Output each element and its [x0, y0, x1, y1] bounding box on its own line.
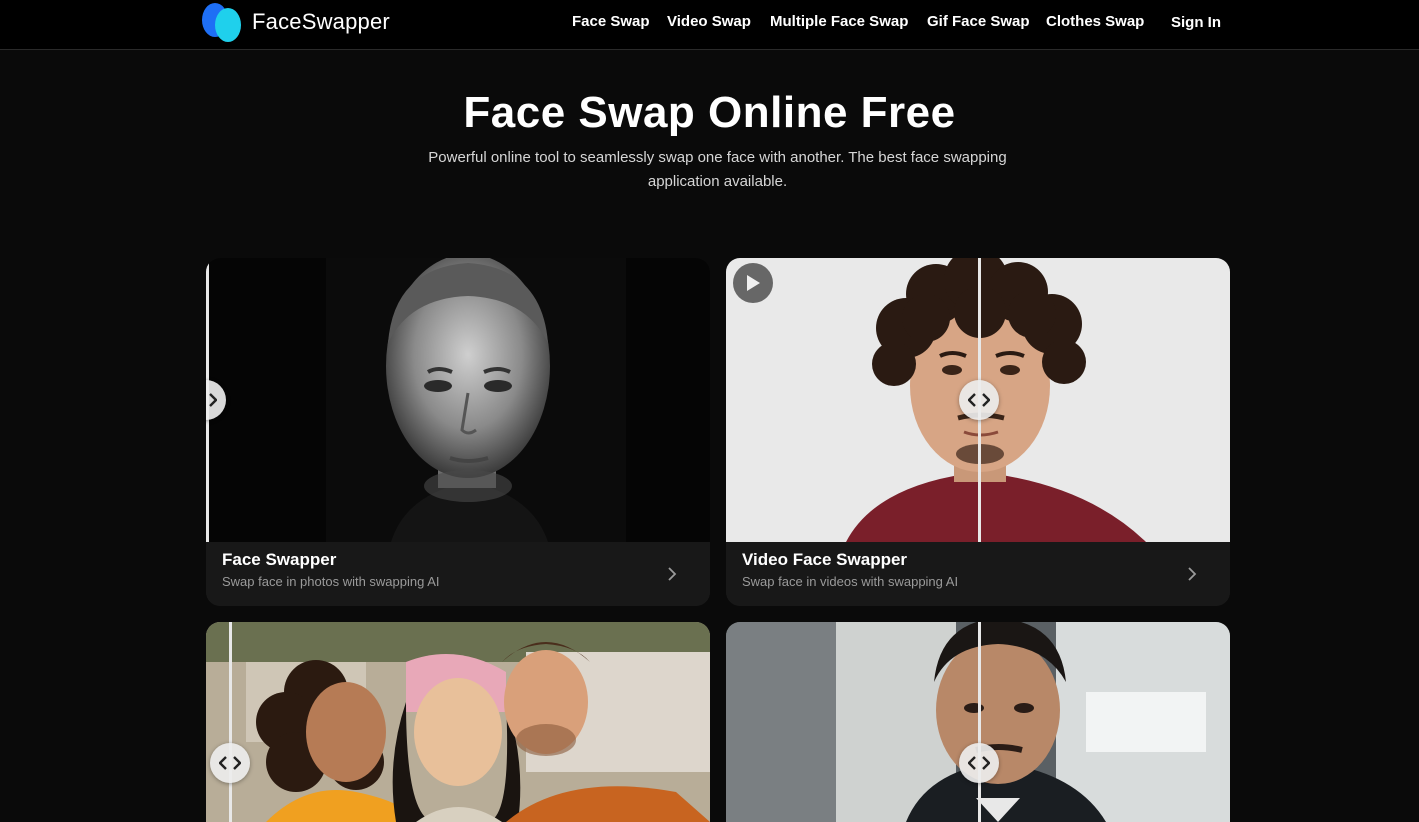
brand-logo-link[interactable]: FaceSwapper — [202, 0, 390, 44]
arrows-horizontal-icon — [219, 756, 241, 770]
nav-multiple-face-swap[interactable]: Multiple Face Swap — [770, 13, 908, 30]
video-face-swapper-preview-image — [726, 258, 1230, 542]
face-swapper-card[interactable]: Face Swapper Swap face in photos with sw… — [206, 258, 710, 606]
nav-clothes-swap[interactable]: Clothes Swap — [1046, 13, 1144, 30]
nav-video-swap[interactable]: Video Swap — [667, 13, 751, 30]
portrait-bw-illustration — [206, 258, 710, 542]
multiple-face-swapper-card[interactable] — [206, 622, 710, 822]
face-swapper-preview-image — [206, 258, 710, 542]
card-title: Face Swapper — [222, 550, 337, 569]
brand-name: FaceSwapper — [252, 9, 390, 34]
chevron-right-icon[interactable] — [660, 562, 684, 586]
group-photo-preview-image — [206, 622, 710, 822]
compare-slider-handle[interactable] — [959, 743, 999, 783]
page-title: Face Swap Online Free — [463, 88, 956, 137]
compare-slider-handle[interactable] — [210, 743, 250, 783]
gif-face-swapper-card[interactable] — [726, 622, 1230, 822]
sign-in-link[interactable]: Sign In — [1171, 14, 1221, 31]
gif-preview-image — [726, 622, 1230, 822]
nav-gif-face-swap[interactable]: Gif Face Swap — [927, 13, 1030, 30]
play-button[interactable] — [733, 263, 773, 303]
card-footer: Video Face Swapper Swap face in videos w… — [726, 542, 1230, 606]
nav-face-swap[interactable]: Face Swap — [572, 13, 650, 30]
card-description: Swap face in videos with swapping AI — [742, 574, 959, 589]
page-subtitle: Powerful online tool to seamlessly swap … — [428, 149, 1007, 190]
play-icon — [747, 275, 760, 291]
card-description: Swap face in photos with swapping AI — [222, 574, 440, 589]
top-navigation-bar: FaceSwapper Face Swap Video Swap Multipl… — [0, 0, 1419, 50]
compare-divider-line[interactable] — [978, 622, 981, 822]
card-title: Video Face Swapper — [742, 550, 908, 569]
arrows-horizontal-icon — [968, 756, 990, 770]
chevron-right-icon[interactable] — [1180, 562, 1204, 586]
compare-slider-handle[interactable] — [959, 380, 999, 420]
video-face-swapper-card[interactable]: Video Face Swapper Swap face in videos w… — [726, 258, 1230, 606]
compare-divider-line[interactable] — [229, 622, 232, 822]
group-portrait-illustration — [206, 622, 710, 822]
arrows-horizontal-icon — [209, 393, 217, 407]
two-circle-logo-icon — [202, 2, 242, 42]
card-footer: Face Swapper Swap face in photos with sw… — [206, 542, 710, 606]
arrows-horizontal-icon — [968, 393, 990, 407]
